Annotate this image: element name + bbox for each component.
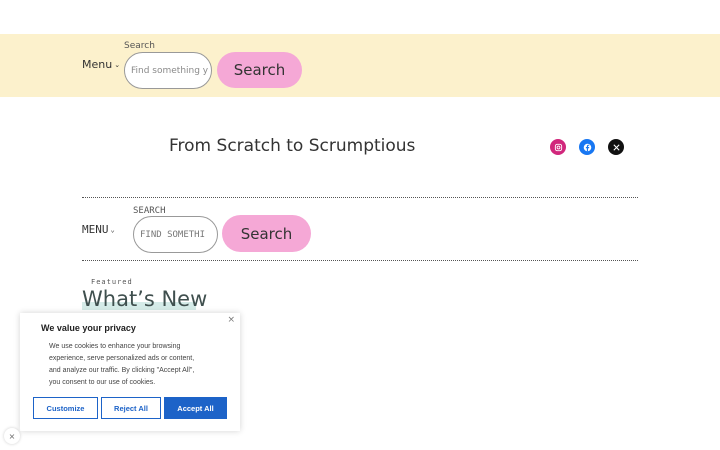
- customize-button[interactable]: Customize: [33, 397, 98, 419]
- menu-label: MENU: [82, 223, 109, 236]
- cookie-text: you consent to our use of cookies.: [49, 379, 156, 386]
- cookie-banner: × We value your privacy We use cookies t…: [20, 313, 240, 431]
- close-icon[interactable]: ×: [227, 315, 235, 325]
- search-input[interactable]: Find something y: [124, 52, 212, 89]
- search-label: Search: [124, 41, 155, 51]
- cookie-text: and analyze our traffic. By clicking "Ac…: [49, 367, 195, 374]
- divider: [82, 260, 638, 261]
- facebook-icon[interactable]: [579, 139, 595, 155]
- search-button[interactable]: Search: [217, 52, 302, 88]
- search-label: SEARCH: [133, 206, 166, 216]
- cookie-title: We value your privacy: [41, 323, 136, 333]
- site-title[interactable]: From Scratch to Scrumptious: [169, 136, 415, 156]
- section-title: What’s New: [82, 287, 208, 311]
- accept-all-button[interactable]: Accept All: [164, 397, 227, 419]
- chevron-down-icon: ⌄: [110, 225, 115, 234]
- menu-label: Menu: [82, 58, 113, 71]
- featured-kicker: Featured: [91, 278, 133, 286]
- search-input[interactable]: FIND SOMETHI: [133, 216, 218, 253]
- reject-all-button[interactable]: Reject All: [101, 397, 161, 419]
- divider: [82, 197, 638, 198]
- cookie-text: experience, serve personalized ads or co…: [49, 355, 195, 362]
- menu-toggle[interactable]: Menu ⌄: [82, 58, 120, 71]
- x-icon[interactable]: [608, 139, 624, 155]
- instagram-icon[interactable]: [550, 139, 566, 155]
- close-icon[interactable]: ×: [4, 428, 20, 444]
- search-button[interactable]: Search: [222, 215, 311, 252]
- menu-toggle-secondary[interactable]: MENU ⌄: [82, 223, 115, 236]
- cookie-text: We use cookies to enhance your browsing: [49, 343, 181, 350]
- chevron-down-icon: ⌄: [114, 60, 121, 69]
